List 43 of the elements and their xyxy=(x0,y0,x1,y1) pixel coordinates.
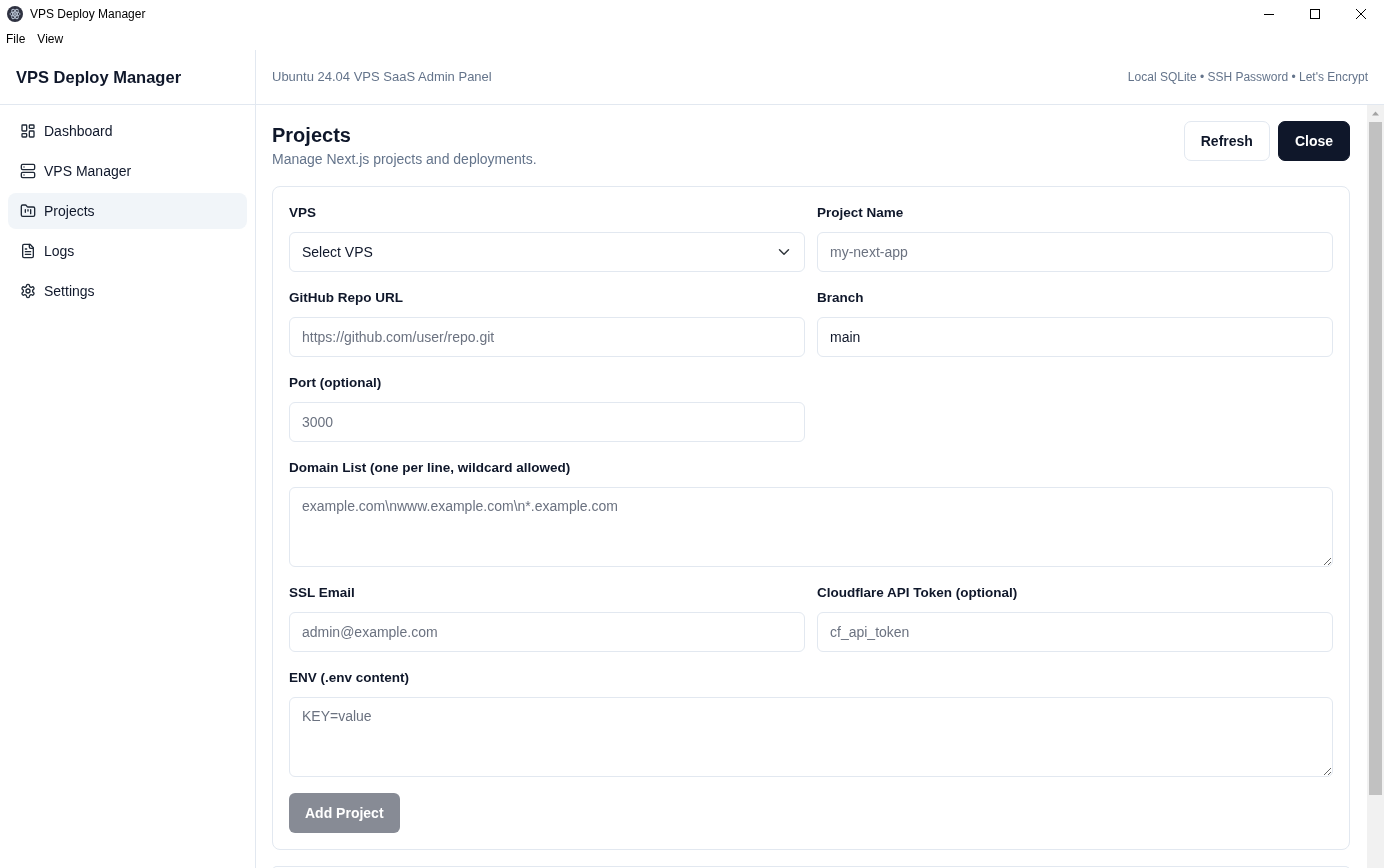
field-label: GitHub Repo URL xyxy=(289,289,404,307)
header-title: Ubuntu 24.04 VPS SaaS Admin Panel xyxy=(272,68,492,87)
input-field[interactable]: admin@example.com xyxy=(289,612,805,652)
page-subtitle: Manage Next.js projects and deployments. xyxy=(272,150,537,169)
grid-icon xyxy=(20,123,36,139)
sidebar-item[interactable]: VPS Manager xyxy=(8,153,247,189)
header-info: Local SQLite • SSH Password • Let's Encrypt xyxy=(1127,69,1368,86)
folder-icon xyxy=(20,203,36,219)
sidebar-item[interactable]: Settings xyxy=(8,273,247,309)
field-label: ENV (.env content) xyxy=(289,669,410,687)
scrollbar-thumb[interactable] xyxy=(1369,122,1382,795)
textarea-field[interactable]: example.com\nwww.example.com\n*.example.com xyxy=(289,487,1333,567)
input-field[interactable]: main xyxy=(817,317,1333,357)
sidebar-item[interactable]: Logs xyxy=(8,233,247,269)
field-label: Port (optional) xyxy=(289,374,383,392)
app-brand: VPS Deploy Manager xyxy=(16,66,182,88)
input-field[interactable]: https://github.com/user/repo.git xyxy=(289,317,805,357)
window-title: VPS Deploy Manager xyxy=(30,6,146,23)
select-field[interactable]: Select VPS xyxy=(289,232,805,272)
settings-icon xyxy=(20,283,36,299)
menu-item[interactable]: File xyxy=(0,28,32,50)
field-label: Domain List (one per line, wildcard allowed) xyxy=(289,459,572,477)
field-label: VPS xyxy=(289,204,317,222)
textarea-field[interactable]: KEY=value xyxy=(289,697,1333,777)
maximize-icon[interactable] xyxy=(1310,9,1320,19)
field-label: Project Name xyxy=(817,204,905,222)
input-field[interactable]: my-next-app xyxy=(817,232,1333,272)
field-label: Cloudflare API Token (optional) xyxy=(817,584,1019,602)
server-icon xyxy=(20,163,36,179)
document-icon xyxy=(20,243,36,259)
field-label: SSL Email xyxy=(289,584,356,602)
close-icon[interactable] xyxy=(1356,9,1366,19)
sidebar-item[interactable]: Projects xyxy=(8,193,247,229)
page-title: Projects xyxy=(272,123,352,148)
scrollbar[interactable] xyxy=(1367,105,1384,868)
menu-item[interactable]: View xyxy=(31,28,70,50)
secondary-button[interactable]: Refresh xyxy=(1183,121,1270,161)
sidebar-item[interactable]: Dashboard xyxy=(8,113,247,149)
input-field[interactable]: cf_api_token xyxy=(817,612,1333,652)
primary-button[interactable]: Close xyxy=(1277,121,1350,161)
atom-icon xyxy=(7,6,23,22)
field-label: Branch xyxy=(817,289,865,307)
input-field[interactable]: 3000 xyxy=(289,402,805,442)
